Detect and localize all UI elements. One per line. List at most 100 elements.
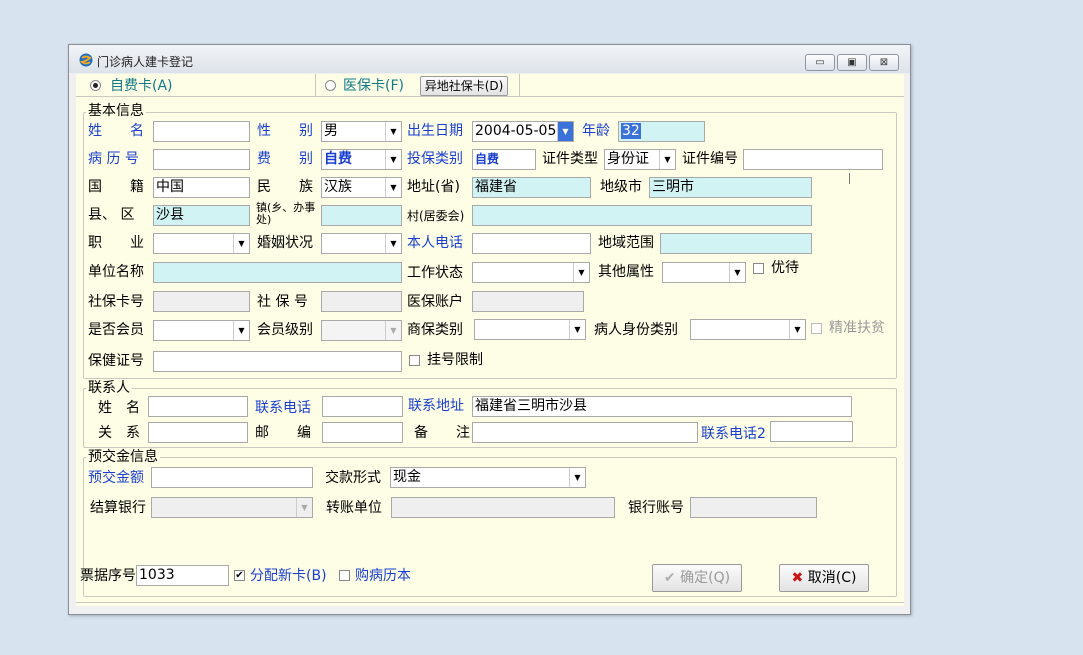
bank-select[interactable]: ▼ [151,497,313,518]
id-type-value: 身份证 [607,151,649,167]
assign-card-checkbox[interactable]: ✔ [234,570,245,581]
ss-card-input[interactable] [153,291,250,312]
ethnic-select[interactable]: 汉族 ▼ [321,177,402,198]
fee-select[interactable]: 自费 ▼ [321,149,402,170]
receipt-input[interactable]: 1033 [136,565,229,586]
dob-picker[interactable]: 2004-05-05 ▼ [472,121,574,142]
contact-address-input[interactable]: 福建省三明市沙县 [472,396,852,417]
contact-address-label: 联系地址 [408,398,464,414]
marital-label: 婚姻状况 [257,235,313,251]
insurance-card-radio[interactable] [325,80,336,91]
fee-value: 自费 [324,151,352,167]
contact-name-input[interactable] [148,396,248,417]
dob-label: 出生日期 [407,123,463,139]
close-button[interactable]: ⊠ [869,54,899,71]
sex-value: 男 [324,123,338,139]
transfer-label: 转账单位 [326,500,382,516]
registration-window: 门诊病人建卡登记 ▭ ▣ ⊠ 自费卡(A) 医保卡(F) 异地社保卡(D) 基本… [68,44,911,615]
confirm-button[interactable]: ✔ 确定(Q) [652,564,742,592]
divider [76,96,904,97]
phone-label: 本人电话 [407,235,463,251]
poverty-label: 精准扶贫 [829,320,885,336]
age-value: 32 [621,123,641,139]
med-acct-input[interactable] [472,291,584,312]
med-acct-label: 医保账户 [407,294,463,310]
record-label: 病 历 号 [88,151,139,167]
member-select[interactable]: ▼ [153,320,250,341]
contact-phone-input[interactable] [322,396,403,417]
minimize-button[interactable]: ▭ [805,54,835,71]
contact-relation-input[interactable] [148,422,248,443]
job-select[interactable]: ▼ [153,233,250,254]
id-no-input[interactable] [743,149,883,170]
commercial-select[interactable]: ▼ [474,319,586,340]
ins-type-input[interactable]: 自费 [472,149,536,170]
maximize-icon: ▣ [847,57,857,68]
postcode-input[interactable] [322,422,403,443]
self-pay-card-radio[interactable] [90,80,101,91]
sex-select[interactable]: 男 ▼ [321,121,402,142]
maximize-button[interactable]: ▣ [837,54,867,71]
village-label: 村(居委会) [407,209,465,223]
name-input[interactable] [153,121,250,142]
city-label: 地级市 [600,179,642,195]
cancel-button[interactable]: ✖ 取消(C) [779,564,869,592]
age-input[interactable]: 32 [618,121,705,142]
remark-input[interactable] [472,422,698,443]
identity-select[interactable]: ▼ [690,319,806,340]
village-input[interactable] [472,205,812,226]
province-input[interactable]: 福建省 [472,177,591,198]
chevron-down-icon: ▼ [233,234,249,253]
check-icon: ✔ [663,570,676,586]
bank-account-input[interactable] [690,497,817,518]
title-bar[interactable]: 门诊病人建卡登记 ▭ ▣ ⊠ [69,45,910,73]
member-level-select[interactable]: ▼ [321,320,402,341]
insurance-card-label[interactable]: 医保卡(F) [343,77,404,95]
divider [315,74,316,96]
employer-input[interactable] [153,262,402,283]
region-input[interactable] [660,233,812,254]
chevron-down-icon: ▼ [659,150,675,169]
record-input[interactable] [153,149,250,170]
pay-method-label: 交款形式 [325,470,381,486]
assign-card-label[interactable]: 分配新卡(B) [250,567,327,585]
ss-no-input[interactable] [321,291,402,312]
calendar-dropdown-icon[interactable]: ▼ [557,122,573,141]
self-pay-card-label[interactable]: 自费卡(A) [110,77,173,95]
minimize-icon: ▭ [815,57,825,68]
deposit-legend: 预交金信息 [86,449,160,465]
pay-method-select[interactable]: 现金 ▼ [390,467,586,488]
chevron-down-icon: ▼ [385,234,401,253]
nation-label: 国 籍 [88,179,144,195]
id-type-select[interactable]: 身份证 ▼ [604,149,676,170]
nation-input[interactable]: 中国 [153,177,250,198]
health-card-input[interactable] [153,351,402,372]
postcode-label: 邮 编 [255,425,311,441]
chevron-down-icon: ▼ [385,150,401,169]
remote-social-card-button[interactable]: 异地社保卡(D) [420,76,508,96]
priority-checkbox[interactable] [753,263,764,274]
transfer-input[interactable] [391,497,615,518]
id-type-label: 证件类型 [542,151,598,167]
phone-input[interactable] [472,233,591,254]
county-input[interactable]: 沙县 [153,205,250,226]
deposit-amount-input[interactable] [151,467,313,488]
town-input[interactable] [321,205,402,226]
city-input[interactable]: 三明市 [649,177,812,198]
bank-account-label: 银行账号 [628,500,684,516]
priority-label: 优待 [771,260,799,276]
close-icon: ⊠ [879,57,889,68]
other-attr-select[interactable]: ▼ [662,262,746,283]
reg-limit-checkbox[interactable] [409,355,420,366]
contact-phone2-input[interactable] [770,421,853,442]
id-no-label: 证件编号 [682,151,738,167]
window-title: 门诊病人建卡登记 [97,55,194,69]
buy-book-checkbox[interactable] [339,570,350,581]
work-status-select[interactable]: ▼ [472,262,590,283]
marital-select[interactable]: ▼ [321,233,402,254]
poverty-checkbox[interactable] [811,323,822,334]
basic-info-legend: 基本信息 [86,103,146,119]
member-level-label: 会员级别 [257,322,313,338]
pay-method-value: 现金 [393,469,421,485]
buy-book-label[interactable]: 购病历本 [355,567,411,585]
